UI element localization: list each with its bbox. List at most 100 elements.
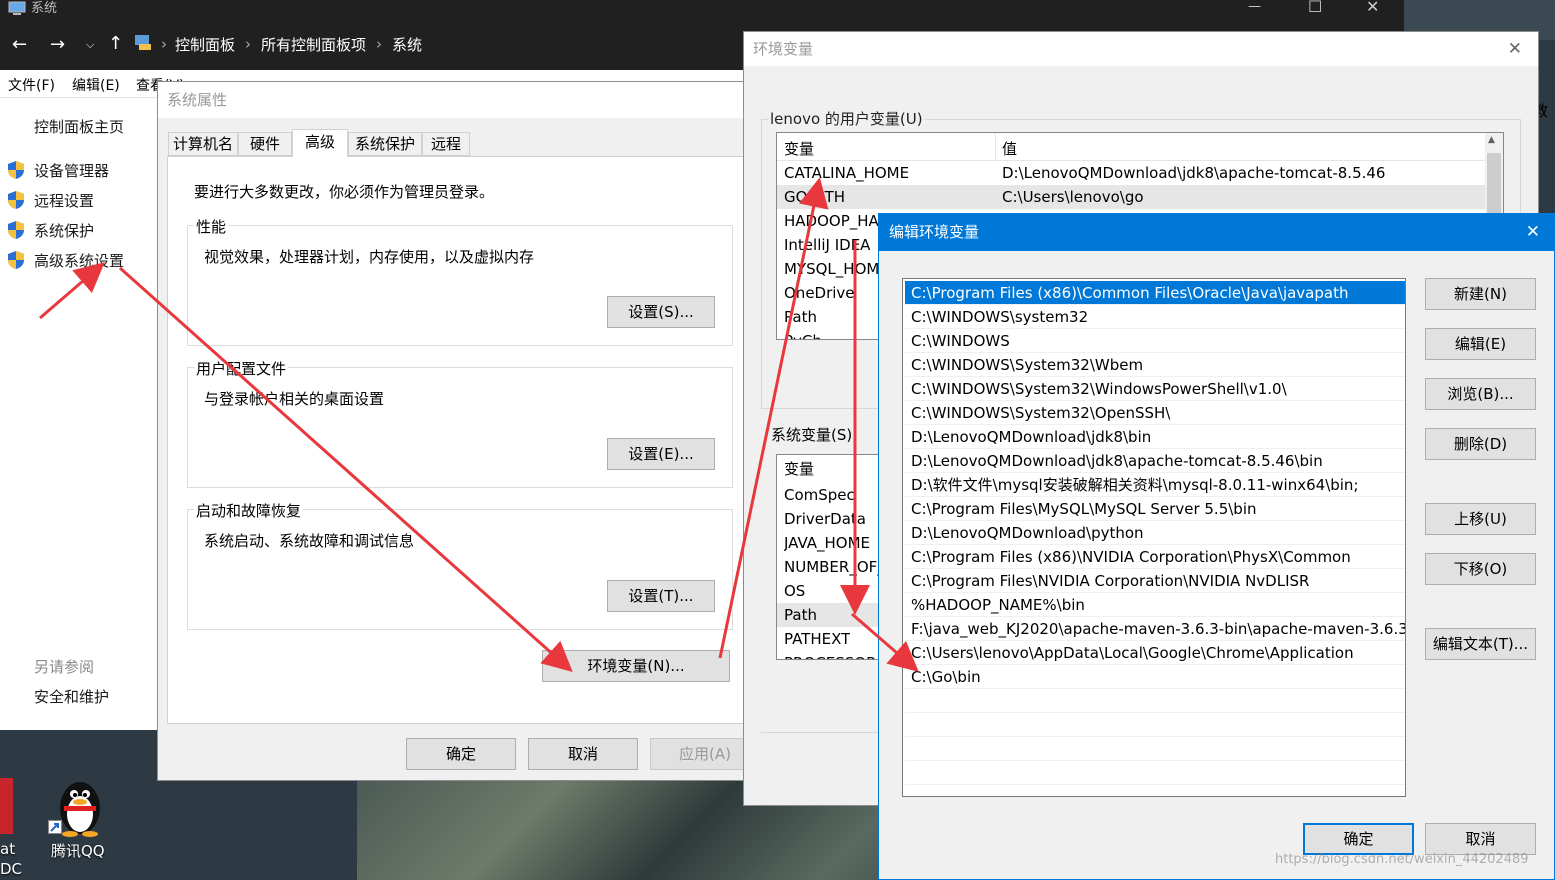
shield-icon: [8, 221, 24, 239]
computer-icon: [8, 1, 26, 19]
col-variable[interactable]: 变量: [784, 138, 814, 159]
sidebar-item-device-manager[interactable]: 设备管理器: [34, 160, 109, 181]
list-item[interactable]: C:\Go\bin: [905, 665, 1405, 689]
sidebar-item-advanced[interactable]: 高级系统设置: [34, 250, 124, 271]
list-item[interactable]: C:\WINDOWS\System32\OpenSSH\: [905, 401, 1405, 425]
list-item[interactable]: D:\软件文件\mysql安装破解相关资料\mysql-8.0.11-winx6…: [905, 473, 1405, 497]
divider: [761, 732, 881, 733]
edit-button[interactable]: 编辑(E): [1425, 328, 1536, 360]
sidebar-home-link[interactable]: 控制面板主页: [34, 116, 124, 137]
empty-row[interactable]: [905, 713, 1405, 737]
ok-button[interactable]: 确定: [406, 738, 516, 770]
empty-row[interactable]: [905, 761, 1405, 785]
list-item[interactable]: PyCh: [784, 329, 822, 339]
security-maintenance-link[interactable]: 安全和维护: [34, 686, 109, 707]
startup-settings-button[interactable]: 设置(T)...: [607, 580, 715, 612]
list-item[interactable]: D:\LenovoQMDownload\python: [905, 521, 1405, 545]
sidebar-item-remote[interactable]: 远程设置: [34, 190, 94, 211]
tab-system-protection[interactable]: 系统保护: [348, 132, 422, 156]
list-item[interactable]: C:\WINDOWS\system32: [905, 305, 1405, 329]
list-item[interactable]: C:\Program Files\NVIDIA Corporation\NVID…: [905, 569, 1405, 593]
forward-arrow-icon[interactable]: →: [50, 34, 65, 55]
profile-group: 用户配置文件 与登录帐户相关的桌面设置 设置(E)...: [187, 358, 733, 488]
list-item[interactable]: OneDrive: [784, 281, 855, 305]
user-variables-label: lenovo 的用户变量(U): [768, 108, 925, 129]
list-item[interactable]: NUMBER_OF_: [784, 555, 885, 579]
cancel-button[interactable]: 取消: [1425, 823, 1536, 855]
close-button[interactable]: ✕: [1366, 0, 1379, 16]
shortcut-arrow-icon: [48, 820, 62, 834]
sidebar-item-protection[interactable]: 系统保护: [34, 220, 94, 241]
list-item[interactable]: PATHEXT: [784, 627, 850, 651]
list-item[interactable]: C:\WINDOWS: [905, 329, 1405, 353]
ok-button[interactable]: 确定: [1303, 823, 1414, 855]
list-item[interactable]: C:\Users\lenovo\AppData\Local\Google\Chr…: [905, 641, 1405, 665]
back-arrow-icon[interactable]: ←: [12, 34, 27, 55]
cancel-button[interactable]: 取消: [528, 738, 638, 770]
list-item[interactable]: ComSpec: [784, 483, 855, 507]
empty-row[interactable]: [905, 689, 1405, 713]
edit-text-button[interactable]: 编辑文本(T)...: [1425, 628, 1536, 660]
profile-settings-button[interactable]: 设置(E)...: [607, 438, 715, 470]
tab-remote[interactable]: 远程: [422, 132, 470, 156]
list-item[interactable]: DriverData: [784, 507, 866, 531]
chevron-down-icon[interactable]: ⌵: [86, 38, 94, 52]
browse-button[interactable]: 浏览(B)...: [1425, 378, 1536, 410]
dialog-titlebar: 环境变量 ✕: [744, 32, 1538, 66]
desktop-icon-qq[interactable]: 腾讯QQ: [40, 772, 120, 872]
list-item[interactable]: C:\WINDOWS\System32\WindowsPowerShell\v1…: [905, 377, 1405, 401]
list-item[interactable]: C:\Program Files\MySQL\MySQL Server 5.5\…: [905, 497, 1405, 521]
breadcrumb-item[interactable]: 系统: [392, 34, 422, 55]
col-value[interactable]: 值: [1002, 138, 1017, 159]
maximize-button[interactable]: ☐: [1308, 0, 1322, 16]
up-arrow-icon[interactable]: ↑: [108, 33, 123, 54]
breadcrumb-item[interactable]: 所有控制面板项: [261, 34, 366, 55]
close-icon[interactable]: ✕: [1508, 32, 1522, 66]
advanced-tab-page: 要进行大多数更改，你必须作为管理员登录。 性能 视觉效果，处理器计划，内存使用，…: [167, 156, 752, 724]
list-item[interactable]: C:\Program Files (x86)\NVIDIA Corporatio…: [905, 545, 1405, 569]
list-item[interactable]: JAVA_HOME: [784, 531, 870, 555]
close-icon[interactable]: ✕: [1526, 214, 1540, 251]
control-panel-icon: [133, 33, 153, 55]
list-item[interactable]: %HADOOP_NAME%\bin: [905, 593, 1405, 617]
system-variables-label: 系统变量(S): [771, 426, 853, 444]
environment-variables-button[interactable]: 环境变量(N)...: [542, 650, 730, 682]
list-item[interactable]: C:\WINDOWS\System32\Wbem: [905, 353, 1405, 377]
list-item[interactable]: HADOOP_HA: [784, 209, 879, 233]
breadcrumb-item[interactable]: 控制面板: [175, 34, 235, 55]
list-item[interactable]: MYSQL_HOM: [784, 257, 879, 281]
menu-edit[interactable]: 编辑(E): [72, 75, 120, 95]
list-item[interactable]: Path: [777, 603, 885, 627]
new-button[interactable]: 新建(N): [1425, 278, 1536, 310]
list-item[interactable]: F:\java_web_KJ2020\apache-maven-3.6.3-bi…: [905, 617, 1405, 641]
list-item[interactable]: D:\LenovoQMDownload\jdk8\apache-tomcat-8…: [905, 449, 1405, 473]
list-item[interactable]: GOPATH C:\Users\lenovo\go: [777, 185, 1485, 209]
delete-button[interactable]: 删除(D): [1425, 428, 1536, 460]
minimize-button[interactable]: —: [1248, 0, 1261, 14]
shield-icon: [8, 161, 24, 179]
tab-computer-name[interactable]: 计算机名: [168, 132, 238, 156]
col-variable[interactable]: 变量: [784, 457, 814, 481]
list-item[interactable]: CATALINA_HOME D:\LenovoQMDownload\jdk8\a…: [784, 161, 1484, 185]
system-properties-dialog: 系统属性 计算机名 硬件 高级 系统保护 远程 要进行大多数更改，你必须作为管理…: [157, 81, 760, 781]
performance-label: 性能: [194, 216, 229, 237]
scroll-up-icon[interactable]: ▲: [1488, 135, 1495, 145]
list-item[interactable]: IntelliJ IDEA: [784, 233, 870, 257]
sidebar: 控制面板主页 设备管理器 远程设置 系统保护 高级系统设置 另请参阅 安全和维护: [0, 98, 157, 730]
performance-settings-button[interactable]: 设置(S)...: [607, 296, 715, 328]
move-up-button[interactable]: 上移(U): [1425, 503, 1536, 535]
edit-environment-variable-dialog: 编辑环境变量 ✕ C:\Program Files (x86)\Common F…: [878, 213, 1555, 880]
list-item[interactable]: Path: [784, 305, 817, 329]
list-item[interactable]: PROCESSOR: [784, 651, 877, 659]
list-item[interactable]: C:\Program Files (x86)\Common Files\Orac…: [905, 281, 1405, 305]
list-item[interactable]: D:\LenovoQMDownload\jdk8\bin: [905, 425, 1405, 449]
list-header: 变量 值: [777, 133, 1503, 161]
empty-row[interactable]: [905, 737, 1405, 761]
list-item[interactable]: OS: [784, 579, 805, 603]
tab-advanced[interactable]: 高级: [292, 129, 348, 157]
desktop-app-icon-partial[interactable]: [0, 778, 13, 834]
path-list-rows: C:\Program Files (x86)\Common Files\Orac…: [905, 281, 1405, 785]
menu-file[interactable]: 文件(F): [8, 75, 55, 95]
move-down-button[interactable]: 下移(O): [1425, 553, 1536, 585]
tab-hardware[interactable]: 硬件: [238, 132, 292, 156]
